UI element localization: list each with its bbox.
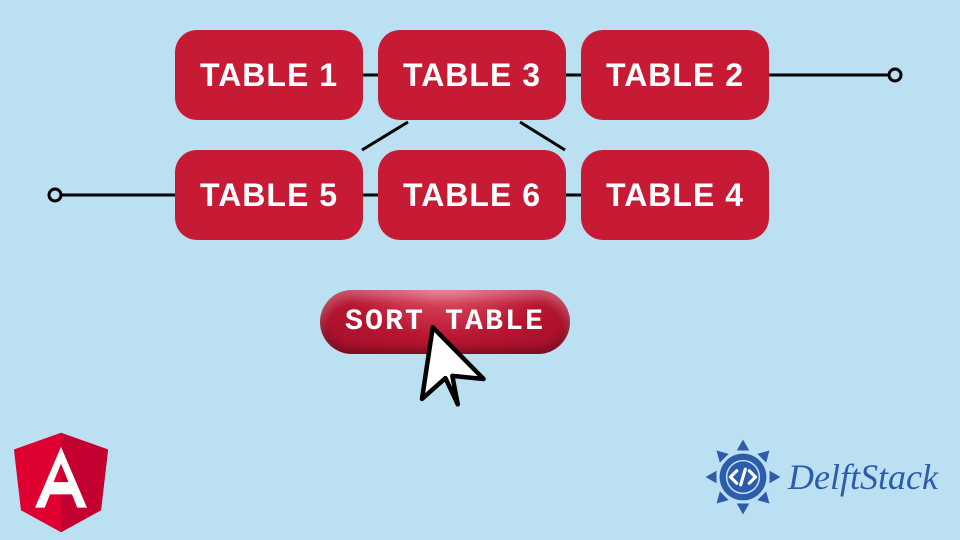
diagram-canvas: TABLE 1 TABLE 3 TABLE 2 TABLE 5 TABLE 6 … <box>0 0 960 540</box>
angular-shield-icon <box>6 424 116 534</box>
delftstack-text: DelftStack <box>788 456 938 498</box>
delftstack-logo: DelftStack <box>704 438 938 516</box>
table-box-label: TABLE 2 <box>606 57 744 94</box>
table-box-label: TABLE 4 <box>606 177 744 214</box>
table-box-4: TABLE 4 <box>581 150 769 240</box>
table-box-3: TABLE 3 <box>378 30 566 120</box>
code-badge-icon <box>704 438 782 516</box>
table-box-label: TABLE 6 <box>403 177 541 214</box>
table-box-6: TABLE 6 <box>378 150 566 240</box>
table-box-5: TABLE 5 <box>175 150 363 240</box>
table-box-2: TABLE 2 <box>581 30 769 120</box>
table-box-label: TABLE 1 <box>200 57 338 94</box>
table-box-label: TABLE 3 <box>403 57 541 94</box>
table-box-label: TABLE 5 <box>200 177 338 214</box>
table-box-1: TABLE 1 <box>175 30 363 120</box>
arrow-cursor-icon <box>400 320 490 410</box>
